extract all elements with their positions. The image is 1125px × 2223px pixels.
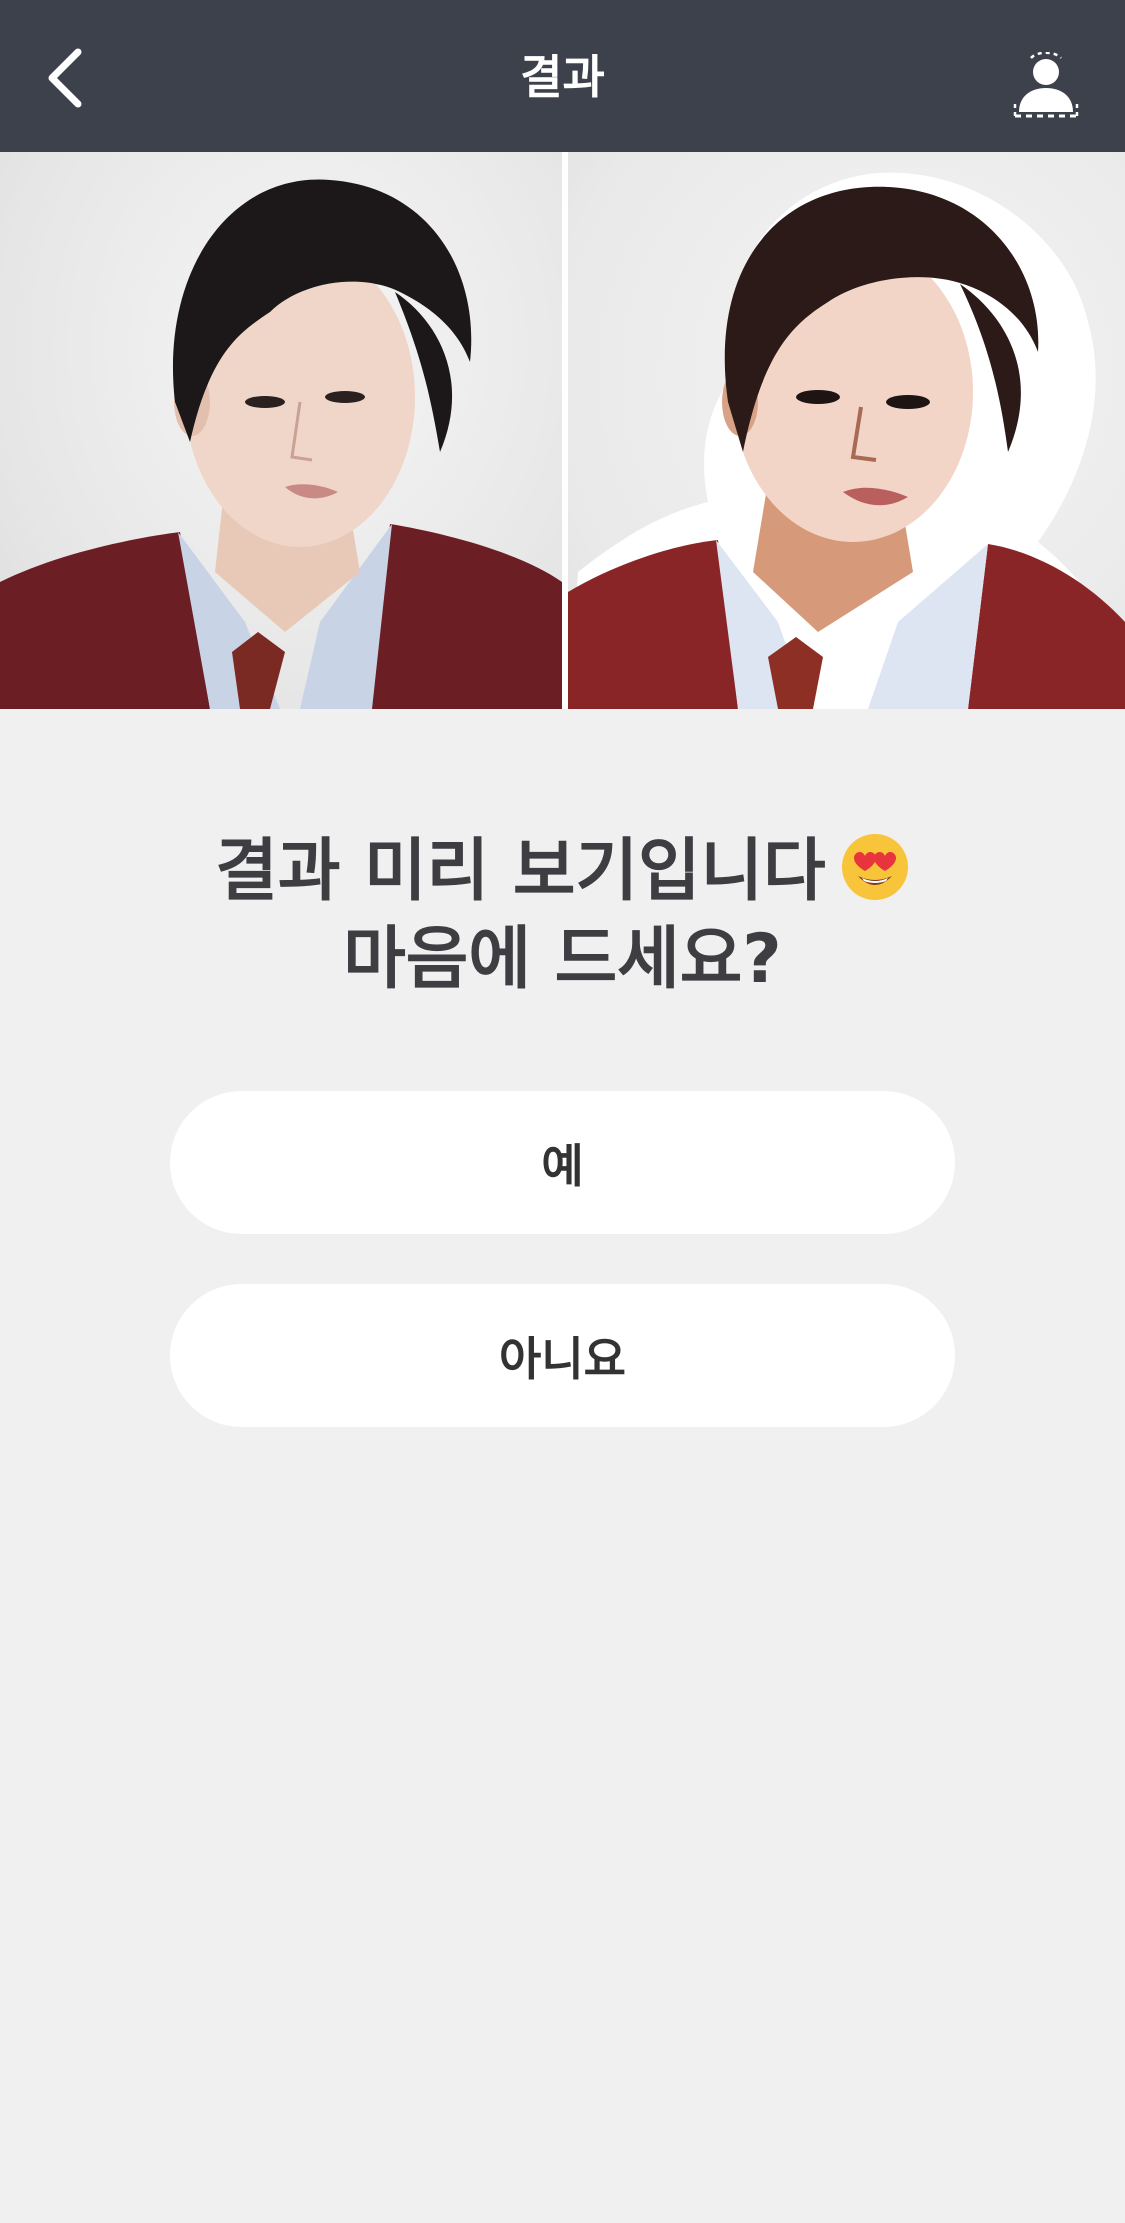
prompt-line-1: 결과 미리 보기입니다 — [0, 828, 1125, 916]
cartoon-result-image — [568, 152, 1125, 709]
heart-eyes-emoji-icon — [841, 834, 908, 900]
preview-question: 결과 미리 보기입니다 마음에 드세요? — [0, 828, 1125, 1004]
person-silhouette-icon — [1013, 52, 1079, 118]
yes-button[interactable]: 예 — [170, 1091, 955, 1234]
comparison-images — [0, 152, 1125, 709]
original-portrait-illustration — [0, 179, 562, 709]
original-photo — [0, 152, 562, 709]
cartoon-portrait-illustration — [568, 172, 1125, 709]
prompt-line-1-text: 결과 미리 보기입니다 — [215, 832, 826, 911]
profile-button[interactable] — [1007, 48, 1085, 124]
prompt-line-2: 마음에 드세요? — [343, 920, 782, 999]
page-title: 결과 — [520, 50, 605, 104]
app-screen: 결과 결과 미리 보기입니다 마음에 드세요? 예 아니요 — [0, 0, 1125, 2223]
no-button[interactable]: 아니요 — [170, 1284, 955, 1427]
top-bar: 결과 — [0, 0, 1125, 152]
